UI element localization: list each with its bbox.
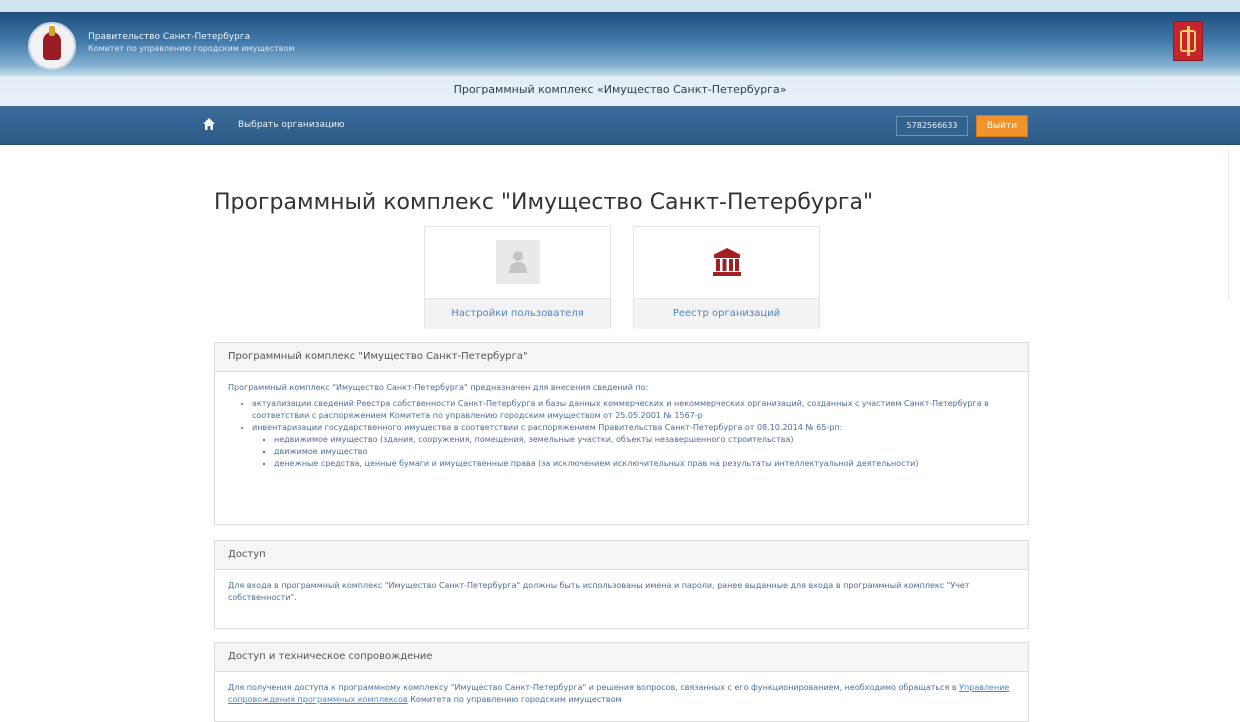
about-sublist: недвижимое имущество (здания, сооружения… xyxy=(252,434,1015,470)
organization-registry-label: Реестр организаций xyxy=(634,298,819,329)
sublist-item: денежные средства, ценные бумаги и имуще… xyxy=(274,458,1015,470)
list-item-text: инвентаризации государственного имуществ… xyxy=(252,423,843,432)
government-name: Правительство Санкт-Петербурга xyxy=(88,32,251,42)
page-edge xyxy=(1228,150,1229,300)
logout-button[interactable]: Выйти xyxy=(976,115,1028,137)
support-text-after: Комитета по управлению городским имущест… xyxy=(410,695,622,704)
list-item: инвентаризации государственного имуществ… xyxy=(252,422,1015,470)
about-panel-body: Программный комплекс "Имущество Санкт-Пе… xyxy=(215,372,1028,478)
access-panel-body: Для входа в программный комплекс "Имущес… xyxy=(215,570,1028,616)
access-panel: Доступ Для входа в программный комплекс … xyxy=(214,540,1029,629)
institution-icon xyxy=(705,240,749,284)
user-id-badge: 5782566633 xyxy=(896,116,968,136)
spb-emblem-icon[interactable] xyxy=(28,22,76,70)
organization-registry-tile[interactable]: Реестр организаций xyxy=(633,226,820,329)
list-item: актуализации сведений Реестра собственно… xyxy=(252,398,1015,422)
sublist-item: недвижимое имущество (здания, сооружения… xyxy=(274,434,1015,446)
sublist-item: движимое имущество xyxy=(274,446,1015,458)
about-intro: Программный комплекс "Имущество Санкт-Пе… xyxy=(228,383,649,392)
user-settings-tile[interactable]: Настройки пользователя xyxy=(424,226,611,329)
about-panel: Программный комплекс "Имущество Санкт-Пе… xyxy=(214,342,1029,525)
app-title: Программный комплекс «Имущество Санкт-Пе… xyxy=(453,83,787,96)
access-panel-heading: Доступ xyxy=(215,541,1028,570)
support-panel: Доступ и техническое сопровождение Для п… xyxy=(214,642,1029,722)
support-text-before: Для получения доступа к программному ком… xyxy=(228,683,957,692)
about-list: актуализации сведений Реестра собственно… xyxy=(228,398,1015,470)
support-panel-heading: Доступ и техническое сопровождение xyxy=(215,643,1028,672)
header-banner: Правительство Санкт-Петербурга Комитет п… xyxy=(0,0,1240,106)
spb-flag-icon xyxy=(1173,21,1203,61)
home-icon[interactable] xyxy=(203,118,215,130)
user-icon xyxy=(496,240,540,284)
page-title: Программный комплекс "Имущество Санкт-Пе… xyxy=(214,189,874,215)
support-panel-body: Для получения доступа к программному ком… xyxy=(215,672,1028,718)
access-text: Для входа в программный комплекс "Имущес… xyxy=(228,581,970,602)
committee-name: Комитет по управлению городским имуществ… xyxy=(88,44,295,53)
nav-bar: Выбрать организацию 5782566633 Выйти xyxy=(0,106,1240,145)
user-settings-label: Настройки пользователя xyxy=(425,298,610,329)
select-organization-link[interactable]: Выбрать организацию xyxy=(238,120,345,130)
about-panel-heading: Программный комплекс "Имущество Санкт-Пе… xyxy=(215,343,1028,372)
support-text: Для получения доступа к программному ком… xyxy=(228,682,1015,706)
